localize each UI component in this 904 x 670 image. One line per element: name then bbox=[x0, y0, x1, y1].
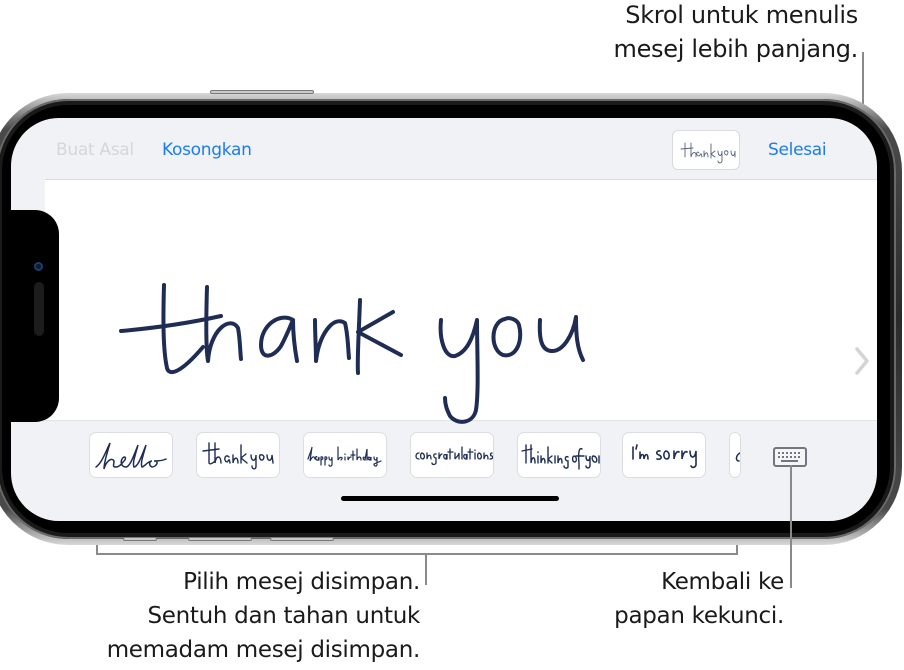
callout-scroll-line-2: mesej lebih panjang. bbox=[613, 35, 859, 63]
saved-message-thinking-of-you[interactable] bbox=[517, 432, 601, 478]
volume-button bbox=[270, 537, 334, 541]
bracket-line bbox=[96, 553, 738, 555]
preview-handwriting bbox=[680, 142, 736, 164]
volume-button bbox=[188, 537, 252, 541]
saved-message-handwriting bbox=[307, 446, 382, 467]
message-preview[interactable] bbox=[672, 130, 740, 170]
callout-saved-line-1: Pilih mesej disimpan. bbox=[183, 569, 420, 595]
saved-message-handwriting bbox=[521, 444, 600, 470]
sensor-notch bbox=[11, 210, 59, 422]
chevron-right-icon[interactable] bbox=[853, 346, 871, 376]
callout-scroll-line-1: Skrol untuk menulis bbox=[625, 1, 858, 29]
handwriting-canvas[interactable] bbox=[45, 179, 877, 424]
saved-message-handwriting bbox=[415, 446, 493, 466]
saved-message-congratulations[interactable] bbox=[410, 432, 494, 478]
callout-keyboard: Kembali ke papan kekunci. bbox=[524, 565, 784, 633]
keyboard-button[interactable] bbox=[773, 447, 807, 467]
saved-message-handwriting bbox=[735, 452, 740, 462]
callout-scroll: Skrol untuk menulis mesej lebih panjang. bbox=[538, 0, 859, 66]
saved-message-partial[interactable] bbox=[729, 432, 741, 478]
callout-keyboard-line-1: Kembali ke bbox=[661, 569, 784, 595]
saved-message-handwriting bbox=[202, 442, 274, 470]
callout-keyboard-line-2: papan kekunci. bbox=[614, 603, 784, 629]
saved-message-handwriting bbox=[95, 442, 167, 470]
clear-button[interactable]: Kosongkan bbox=[162, 140, 252, 160]
saved-message-thank-you[interactable] bbox=[196, 432, 280, 478]
default-button[interactable]: Buat Asal bbox=[56, 140, 134, 160]
callout-saved-line-2: Sentuh dan tahan untuk bbox=[147, 603, 420, 629]
keyboard-icon bbox=[778, 452, 800, 462]
home-indicator[interactable] bbox=[341, 496, 559, 501]
saved-messages-tray bbox=[11, 421, 877, 491]
saved-message-im-sorry[interactable] bbox=[622, 432, 706, 478]
side-button bbox=[210, 90, 314, 94]
screen: Buat Asal Kosongkan Selesai bbox=[11, 118, 877, 521]
saved-message-handwriting bbox=[632, 444, 697, 469]
speaker-grille bbox=[34, 282, 44, 336]
callout-saved-line-3: memadam mesej disimpan. bbox=[106, 637, 421, 663]
saved-message-happy-birthday[interactable] bbox=[303, 432, 387, 478]
front-camera-icon bbox=[34, 262, 43, 271]
leader-line bbox=[790, 465, 792, 588]
volume-button bbox=[123, 537, 157, 541]
done-button[interactable]: Selesai bbox=[768, 140, 827, 160]
callout-saved-messages: Pilih mesej disimpan. Sentuh dan tahan u… bbox=[0, 565, 421, 667]
leader-line bbox=[425, 553, 427, 585]
saved-message-hello[interactable] bbox=[89, 432, 173, 478]
